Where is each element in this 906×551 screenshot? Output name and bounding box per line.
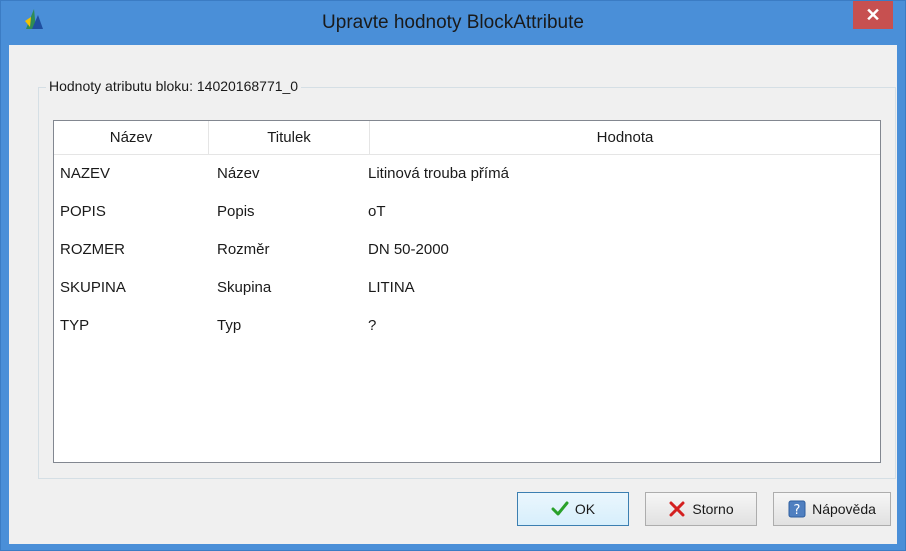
cell-name: SKUPINA — [60, 279, 126, 296]
cell-title: Typ — [217, 317, 242, 334]
cell-name: NAZEV — [60, 165, 111, 182]
cell-title: Rozměr — [217, 241, 270, 258]
table-row[interactable]: POPIS Popis oT — [54, 193, 880, 231]
cell-value[interactable]: Litinová trouba přímá — [368, 155, 509, 193]
ok-label: OK — [574, 501, 596, 517]
help-label: Nápověda — [812, 501, 876, 517]
cell-value[interactable]: LITINA — [368, 269, 415, 307]
table-row[interactable]: ROZMER Rozměr DN 50-2000 — [54, 231, 880, 269]
cell-title: Skupina — [217, 279, 272, 296]
help-question-icon: ? — [788, 500, 806, 518]
attributes-table: Název Titulek Hodnota NAZEV Název Litino… — [53, 120, 881, 463]
close-button[interactable]: ✕ — [853, 1, 893, 29]
svg-text:?: ? — [794, 503, 801, 518]
table-row[interactable]: NAZEV Název Litinová trouba přímá — [54, 155, 880, 193]
red-x-icon — [668, 500, 686, 518]
cell-value[interactable]: ? — [368, 307, 376, 345]
column-header-title[interactable]: Titulek — [209, 121, 370, 154]
cancel-button[interactable]: Storno — [645, 492, 757, 526]
close-icon: ✕ — [865, 4, 881, 25]
cell-name: TYP — [60, 317, 90, 334]
dialog-window: Upravte hodnoty BlockAttribute ✕ Hodnoty… — [0, 0, 906, 551]
cell-value[interactable]: oT — [368, 193, 386, 231]
cell-title: Popis — [217, 203, 255, 220]
checkmark-icon — [551, 501, 569, 517]
window-title: Upravte hodnoty BlockAttribute — [322, 12, 584, 33]
column-header-value[interactable]: Hodnota — [370, 121, 880, 154]
table-header: Název Titulek Hodnota — [54, 121, 880, 155]
column-header-name[interactable]: Název — [54, 121, 209, 154]
ok-button[interactable]: OK — [517, 492, 629, 526]
help-button[interactable]: ? Nápověda — [773, 492, 891, 526]
groupbox-label: Hodnoty atributu bloku: 14020168771_0 — [46, 78, 302, 94]
table-row[interactable]: TYP Typ ? — [54, 307, 880, 345]
cancel-label: Storno — [692, 501, 734, 517]
cell-title: Název — [217, 165, 260, 182]
table-row[interactable]: SKUPINA Skupina LITINA — [54, 269, 880, 307]
dialog-body: Hodnoty atributu bloku: 14020168771_0 Ná… — [9, 45, 897, 544]
cell-name: ROZMER — [60, 241, 125, 258]
cell-name: POPIS — [60, 203, 106, 220]
cell-value[interactable]: DN 50-2000 — [368, 231, 449, 269]
title-bar[interactable]: Upravte hodnoty BlockAttribute ✕ — [1, 1, 905, 45]
